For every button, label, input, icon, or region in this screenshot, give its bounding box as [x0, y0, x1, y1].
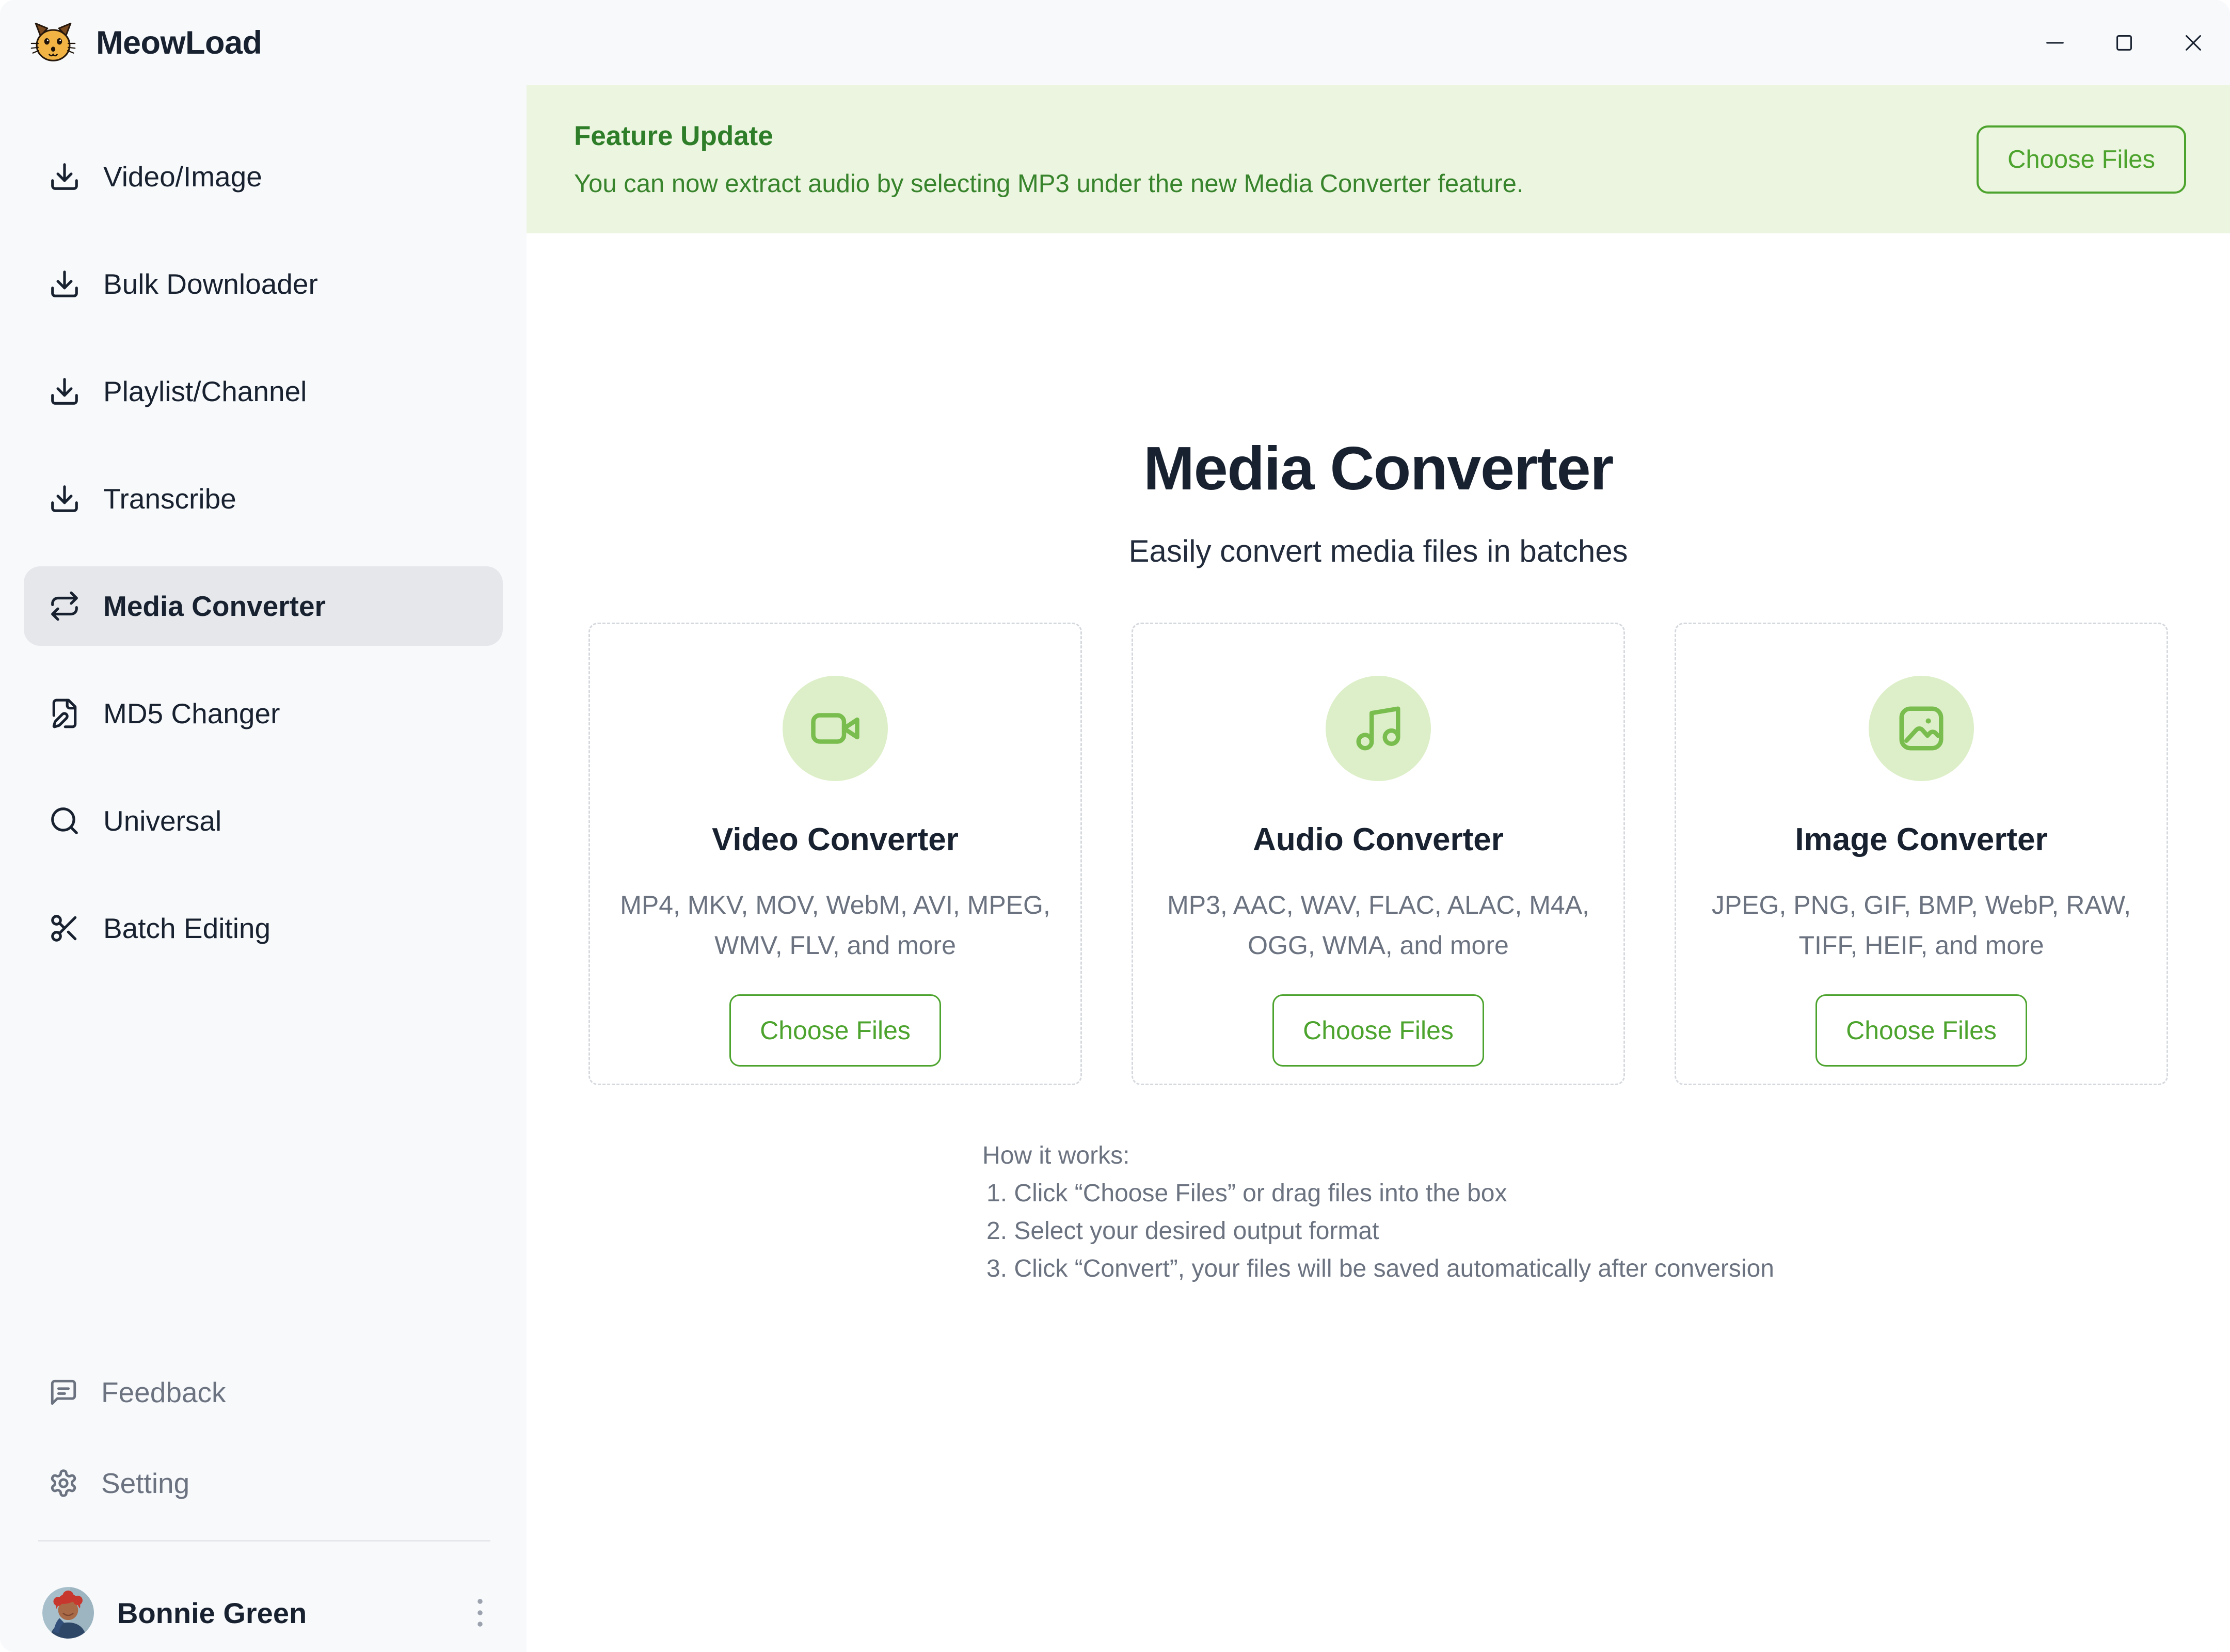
- sidebar-item-md5-changer[interactable]: MD5 Changer: [24, 674, 503, 753]
- feedback-icon: [49, 1377, 78, 1407]
- close-icon: [2181, 31, 2205, 55]
- image-choose-files-button[interactable]: Choose Files: [1815, 994, 2027, 1067]
- converter-cards: Video Converter MP4, MKV, MOV, WebM, AVI…: [527, 623, 2230, 1085]
- download-icon: [49, 161, 81, 193]
- video-choose-files-button[interactable]: Choose Files: [729, 994, 941, 1067]
- download-icon: [49, 483, 81, 515]
- how-it-works: How it works: 1. Click “Choose Files” or…: [982, 1137, 1774, 1288]
- sidebar-item-label: Media Converter: [103, 590, 326, 623]
- sidebar-item-label: Transcribe: [103, 482, 236, 515]
- sidebar-item-label: Universal: [103, 804, 221, 837]
- music-note-icon: [1352, 702, 1405, 755]
- kebab-menu-icon[interactable]: [465, 1590, 496, 1636]
- minimize-button[interactable]: [2043, 31, 2067, 55]
- sidebar-item-setting[interactable]: Setting: [24, 1447, 503, 1519]
- banner-copy: Feature Update You can now extract audio…: [574, 120, 1524, 198]
- maximize-icon: [2112, 31, 2136, 55]
- title-bar: MeowLoad: [0, 0, 2230, 85]
- sidebar-item-label: Batch Editing: [103, 912, 270, 945]
- maximize-button[interactable]: [2112, 31, 2136, 55]
- sidebar-item-label: Feedback: [101, 1376, 226, 1409]
- file-pen-icon: [49, 697, 81, 729]
- image-converter-card[interactable]: Image Converter JPEG, PNG, GIF, BMP, Web…: [1675, 623, 2168, 1085]
- download-icon: [49, 268, 81, 300]
- page-title: Media Converter: [527, 434, 2230, 504]
- card-title: Image Converter: [1676, 821, 2167, 858]
- media-converter-page: Media Converter Easily convert media fil…: [527, 233, 2230, 1652]
- user-name: Bonnie Green: [117, 1596, 441, 1630]
- repeat-icon: [49, 590, 81, 622]
- close-button[interactable]: [2181, 31, 2205, 55]
- how-it-works-title: How it works:: [982, 1137, 1774, 1174]
- gear-icon: [49, 1468, 78, 1498]
- icon-circle: [783, 676, 888, 781]
- sidebar-item-transcribe[interactable]: Transcribe: [24, 459, 503, 538]
- user-profile: Bonnie Green: [24, 1542, 503, 1652]
- sidebar-item-playlist-channel[interactable]: Playlist/Channel: [24, 352, 503, 431]
- search-icon: [49, 805, 81, 837]
- banner-title: Feature Update: [574, 120, 1524, 152]
- banner-message: You can now extract audio by selecting M…: [574, 169, 1524, 198]
- how-step: 3. Click “Convert”, your files will be s…: [986, 1250, 1774, 1288]
- sidebar-item-universal[interactable]: Universal: [24, 781, 503, 861]
- icon-circle: [1869, 676, 1974, 781]
- main-area: Feature Update You can now extract audio…: [527, 85, 2230, 1652]
- sidebar-item-label: Setting: [101, 1467, 189, 1500]
- audio-choose-files-button[interactable]: Choose Files: [1272, 994, 1484, 1067]
- how-it-works-steps: 1. Click “Choose Files” or drag files in…: [982, 1174, 1774, 1288]
- icon-circle: [1326, 676, 1431, 781]
- app-window: MeowLoad Video/Image Bulk Downloader: [0, 0, 2230, 1652]
- sidebar-item-video-image[interactable]: Video/Image: [24, 137, 503, 216]
- sidebar-item-media-converter[interactable]: Media Converter: [24, 566, 503, 646]
- sidebar-item-batch-editing[interactable]: Batch Editing: [24, 888, 503, 968]
- app-title: MeowLoad: [96, 24, 262, 61]
- sidebar-item-label: MD5 Changer: [103, 697, 280, 730]
- card-title: Audio Converter: [1133, 821, 1623, 858]
- card-title: Video Converter: [590, 821, 1080, 858]
- scissors-icon: [49, 912, 81, 944]
- app-brand: MeowLoad: [30, 20, 262, 66]
- card-formats: JPEG, PNG, GIF, BMP, WebP, RAW, TIFF, HE…: [1676, 885, 2167, 965]
- banner-choose-files-button[interactable]: Choose Files: [1977, 125, 2186, 194]
- sidebar-item-label: Bulk Downloader: [103, 267, 318, 300]
- download-icon: [49, 375, 81, 407]
- audio-converter-card[interactable]: Audio Converter MP3, AAC, WAV, FLAC, ALA…: [1132, 623, 1625, 1085]
- cat-logo-icon: [30, 20, 76, 66]
- page-subtitle: Easily convert media files in batches: [527, 533, 2230, 569]
- sidebar-item-bulk-downloader[interactable]: Bulk Downloader: [24, 244, 503, 324]
- how-step: 1. Click “Choose Files” or drag files in…: [986, 1174, 1774, 1212]
- how-step: 2. Select your desired output format: [986, 1212, 1774, 1250]
- feature-update-banner: Feature Update You can now extract audio…: [527, 85, 2230, 233]
- image-icon: [1895, 702, 1948, 755]
- sidebar-item-label: Video/Image: [103, 160, 262, 193]
- avatar: [42, 1587, 94, 1639]
- card-formats: MP4, MKV, MOV, WebM, AVI, MPEG, WMV, FLV…: [590, 885, 1080, 965]
- window-controls: [2043, 31, 2205, 55]
- sidebar-item-feedback[interactable]: Feedback: [24, 1356, 503, 1428]
- minimize-icon: [2043, 31, 2067, 55]
- video-camera-icon: [809, 702, 862, 755]
- sidebar: Video/Image Bulk Downloader Playlist/Cha…: [0, 85, 527, 1652]
- card-formats: MP3, AAC, WAV, FLAC, ALAC, M4A, OGG, WMA…: [1133, 885, 1623, 965]
- video-converter-card[interactable]: Video Converter MP4, MKV, MOV, WebM, AVI…: [588, 623, 1082, 1085]
- sidebar-item-label: Playlist/Channel: [103, 375, 307, 408]
- sidebar-footer: Feedback Setting: [24, 1356, 503, 1652]
